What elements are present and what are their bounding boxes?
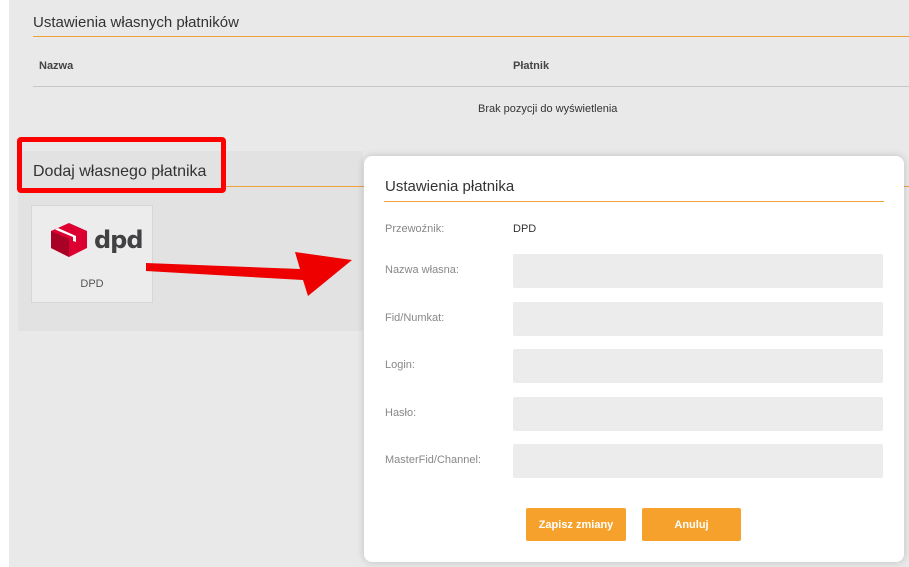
modal-title-divider (384, 201, 884, 202)
custom-name-label: Nazwa własna: (385, 264, 459, 276)
password-label: Hasło: (385, 407, 417, 419)
carrier-name: DPD (80, 278, 104, 290)
add-payer-divider (226, 186, 364, 187)
fid-numkat-input[interactable] (513, 302, 883, 336)
highlight-box (17, 137, 226, 193)
own-payers-divider (33, 36, 909, 37)
carrier-label: Przewoźnik: (385, 223, 445, 235)
own-payers-title: Ustawienia własnych płatników (33, 14, 239, 31)
masterfid-channel-input[interactable] (513, 444, 883, 478)
cancel-button[interactable]: Anuluj (642, 508, 741, 541)
login-label: Login: (385, 359, 415, 371)
payer-settings-modal: Ustawienia płatnika Przewoźnik: DPD Nazw… (364, 156, 904, 562)
login-input[interactable] (513, 349, 883, 383)
save-button[interactable]: Zapisz zmiany (526, 508, 626, 541)
red-arrow-icon (146, 252, 352, 296)
carrier-logo-text: dpd (94, 226, 144, 254)
column-header-name: Nazwa (39, 60, 74, 72)
carrier-tile-dpd[interactable]: dpd DPD (31, 205, 153, 303)
carrier-value: DPD (513, 223, 537, 235)
empty-table-message: Brak pozycji do wyświetlenia (478, 103, 618, 115)
add-payer-divider-right (904, 186, 909, 187)
column-header-payer: Płatnik (513, 60, 550, 72)
dpd-cube-icon (51, 223, 87, 257)
password-input[interactable] (513, 397, 883, 431)
fid-numkat-label: Fid/Numkat: (385, 312, 445, 324)
table-header-divider (33, 86, 909, 87)
custom-name-input[interactable] (513, 254, 883, 288)
modal-title: Ustawienia płatnika (385, 178, 515, 195)
masterfid-channel-label: MasterFid/Channel: (385, 454, 481, 466)
